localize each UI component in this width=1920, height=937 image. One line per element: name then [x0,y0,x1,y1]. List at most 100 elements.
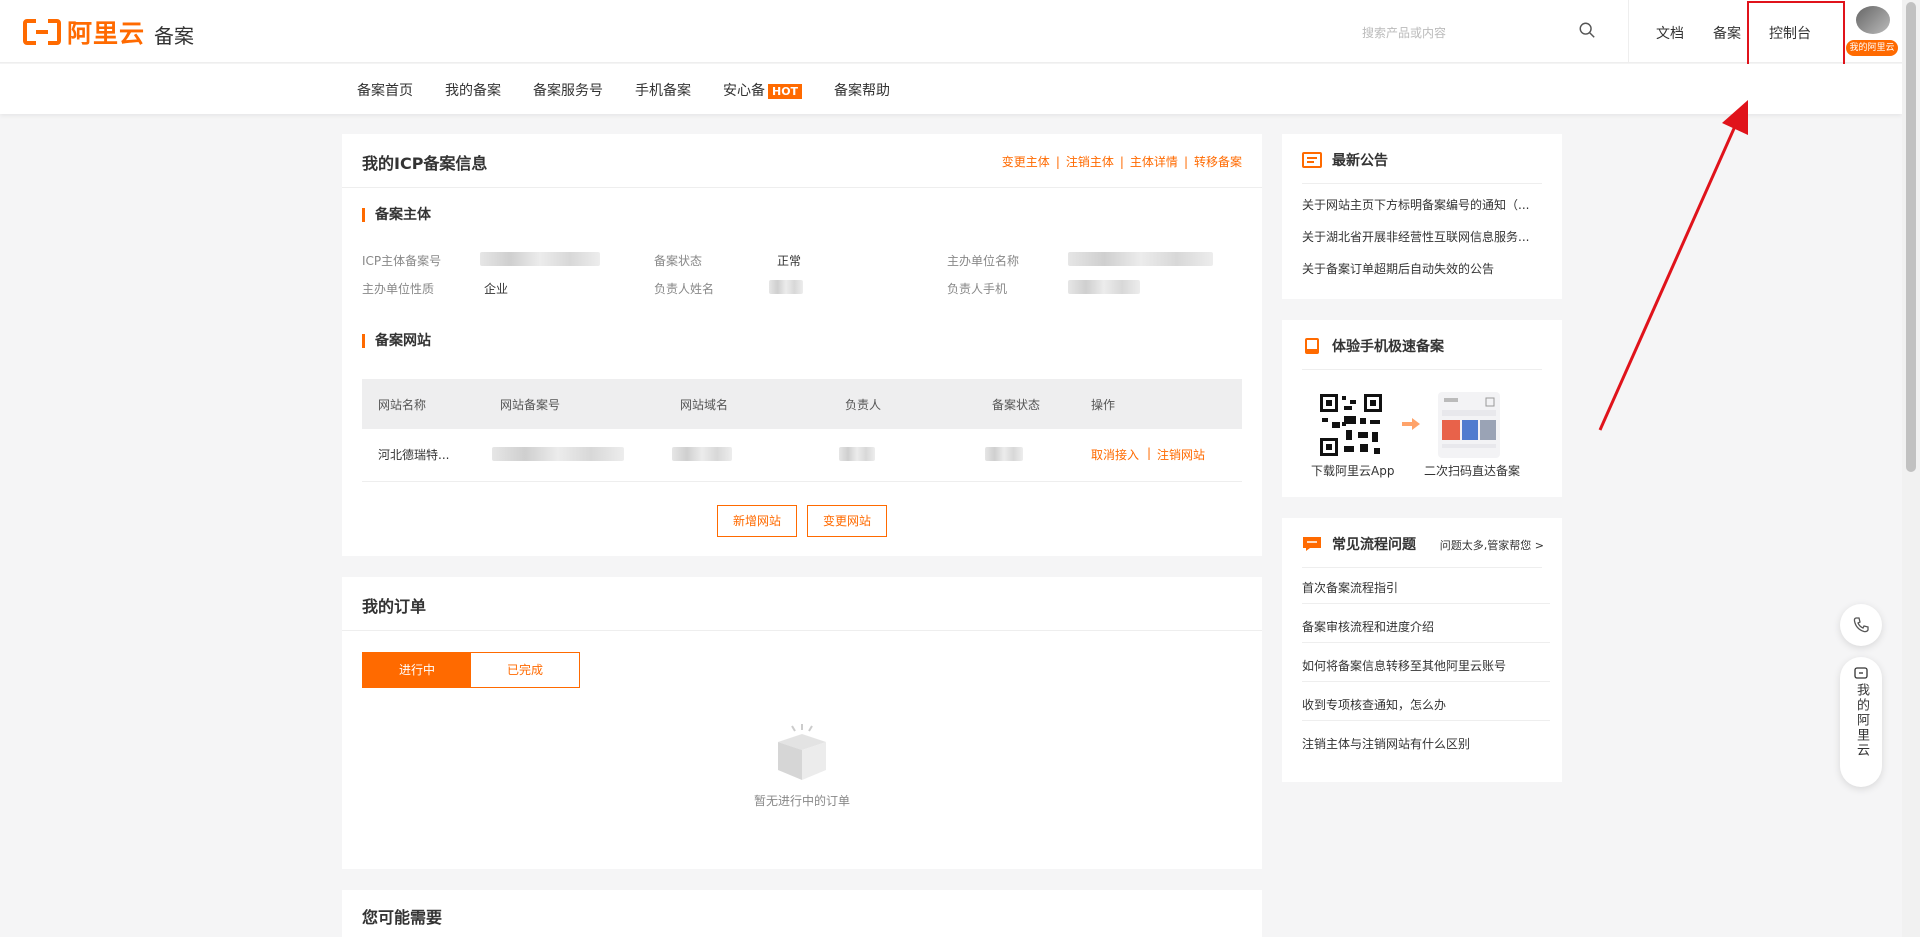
faq-more-link[interactable]: 问题太多,管家帮您 > [1440,537,1544,553]
orders-card-title: 我的订单 [362,597,427,616]
search-box[interactable]: 搜索产品或内容 [1362,20,1602,44]
add-website-button[interactable]: 新增网站 [717,505,797,537]
subnav-service-number[interactable]: 备案服务号 [533,80,603,100]
my-aliyun-badge[interactable]: 我的阿里云 [1846,40,1898,56]
maybe-need-card: 您可能需要 [342,890,1262,937]
org-name-label: 主办单位名称 [947,254,1020,268]
my-aliyun-float-text: 我的阿里云 [1854,683,1869,758]
header-divider [1628,0,1629,63]
link-separator: | [1147,446,1152,460]
cancel-website-link[interactable]: 注销网站 [1157,446,1205,463]
arrow-right-icon [1402,418,1420,430]
faq-more-text: 问题太多,管家帮您 [1439,539,1532,552]
avatar-image [1856,6,1890,34]
faq-item[interactable]: 如何将备案信息转移至其他阿里云账号 [1302,657,1550,674]
faq-divider [1302,642,1550,643]
card-divider [1302,369,1542,370]
subnav-mobile-beian[interactable]: 手机备案 [635,80,691,100]
row-domain-redacted [672,447,732,461]
row-owner-redacted [839,447,875,461]
aliyun-logo[interactable]: 阿里云 [23,18,145,48]
card-divider [1302,567,1542,568]
transfer-beian-link[interactable]: 转移备案 [1194,155,1242,169]
avatar[interactable]: 我的阿里云 [1846,6,1898,56]
chevron-right-icon: > [1534,539,1544,552]
row-status-redacted [985,447,1023,461]
phone-icon [1853,617,1869,633]
faq-item[interactable]: 收到专项核查通知，怎么办 [1302,696,1550,713]
faq-divider [1302,603,1550,604]
icp-card-title: 我的ICP备案信息 [362,154,488,173]
th-actions: 操作 [1091,398,1116,412]
row-divider [362,481,1242,482]
org-type-label: 主办单位性质 [362,282,435,296]
tab-completed[interactable]: 已完成 [471,653,579,687]
icp-no-value-redacted [480,252,600,266]
icp-card-links: 变更主体 | 注销主体 | 主体详情 | 转移备案 [1002,153,1242,170]
faq-title-text: 常见流程问题 [1332,537,1416,553]
faq-divider [1302,720,1550,721]
scrollbar-thumb[interactable] [1906,2,1916,472]
mobile-icon [1305,338,1319,354]
mobile-beian-title-text: 体验手机极速备案 [1332,339,1444,355]
phone-preview-image [1438,392,1500,458]
annotation-arrow-icon [1598,100,1748,431]
owner-name-value-redacted [769,280,803,294]
my-aliyun-float-button[interactable]: 我的阿里云 [1840,657,1882,787]
empty-box-icon [778,724,826,780]
faq-card: 常见流程问题 问题太多,管家帮您 > 首次备案流程指引 备案审核流程和进度介绍 … [1282,518,1562,782]
org-name-value-redacted [1068,252,1213,266]
subnav-help[interactable]: 备案帮助 [834,80,890,100]
th-site-number: 网站备案号 [500,398,561,412]
faq-item[interactable]: 备案审核流程和进度介绍 [1302,618,1550,635]
logo-text: 阿里云 [67,19,146,48]
mobile-beian-card: 体验手机极速备案 下载阿里云App 二次扫码直达备案 [1282,320,1562,497]
faq-item[interactable]: 注销主体与注销网站有什么区别 [1302,735,1550,752]
change-website-button[interactable]: 变更网站 [807,505,887,537]
notice-card: 最新公告 关于网站主页下方标明备案编号的通知（... 关于湖北省开展非经营性互联… [1282,134,1562,299]
card-divider [342,187,1262,188]
page-brand-title[interactable]: 备案 [154,20,194,49]
notice-item[interactable]: 关于备案订单超期后自动失效的公告 [1302,260,1550,277]
phone-float-button[interactable] [1840,604,1882,646]
top-header: 阿里云 备案 搜索产品或内容 文档 备案 控制台 我的阿里云 [0,0,1902,63]
maybe-need-title: 您可能需要 [362,908,443,927]
link-separator: | [1055,155,1060,169]
subnav-home[interactable]: 备案首页 [357,80,413,100]
faq-title: 常见流程问题 [1302,534,1416,554]
status-label: 备案状态 [654,254,703,268]
link-separator: | [1119,155,1124,169]
faq-item[interactable]: 首次备案流程指引 [1302,579,1550,596]
org-type-value: 企业 [484,282,509,296]
change-subject-link[interactable]: 变更主体 [1002,155,1050,169]
icp-info-card: 我的ICP备案信息 变更主体 | 注销主体 | 主体详情 | 转移备案 备案主体 ICP主体… [342,134,1262,556]
search-input[interactable]: 搜索产品或内容 [1362,24,1446,41]
owner-phone-label: 负责人手机 [947,282,1008,296]
tab-in-progress[interactable]: 进行中 [363,653,471,687]
aliyun-small-icon [1854,667,1868,679]
card-divider [342,630,1262,631]
subnav-my-beian[interactable]: 我的备案 [445,80,501,100]
subnav-anxinbei[interactable]: 安心备 HOT [723,80,803,100]
beian-link[interactable]: 备案 [1713,23,1741,43]
owner-name-label: 负责人姓名 [654,282,715,296]
th-owner: 负责人 [845,398,882,412]
scrollbar[interactable] [1902,0,1920,937]
subject-section-title: 备案主体 [362,208,431,222]
docs-link[interactable]: 文档 [1656,23,1684,43]
faq-divider [1302,681,1550,682]
search-icon[interactable] [1578,21,1596,39]
chat-icon [1303,537,1321,551]
mobile-beian-title: 体验手机极速备案 [1302,336,1444,356]
hot-badge: HOT [768,84,803,99]
notice-item[interactable]: 关于湖北省开展非经营性互联网信息服务... [1302,228,1550,245]
th-site-name: 网站名称 [378,398,427,412]
cancel-access-link[interactable]: 取消接入 [1091,446,1139,463]
website-section-title: 备案网站 [362,334,431,348]
notice-title-text: 最新公告 [1332,153,1388,169]
cancel-subject-link[interactable]: 注销主体 [1066,155,1114,169]
card-divider [1302,183,1542,184]
subject-detail-link[interactable]: 主体详情 [1130,155,1178,169]
notice-item[interactable]: 关于网站主页下方标明备案编号的通知（... [1302,196,1550,213]
download-app-caption: 下载阿里云App [1311,464,1395,478]
